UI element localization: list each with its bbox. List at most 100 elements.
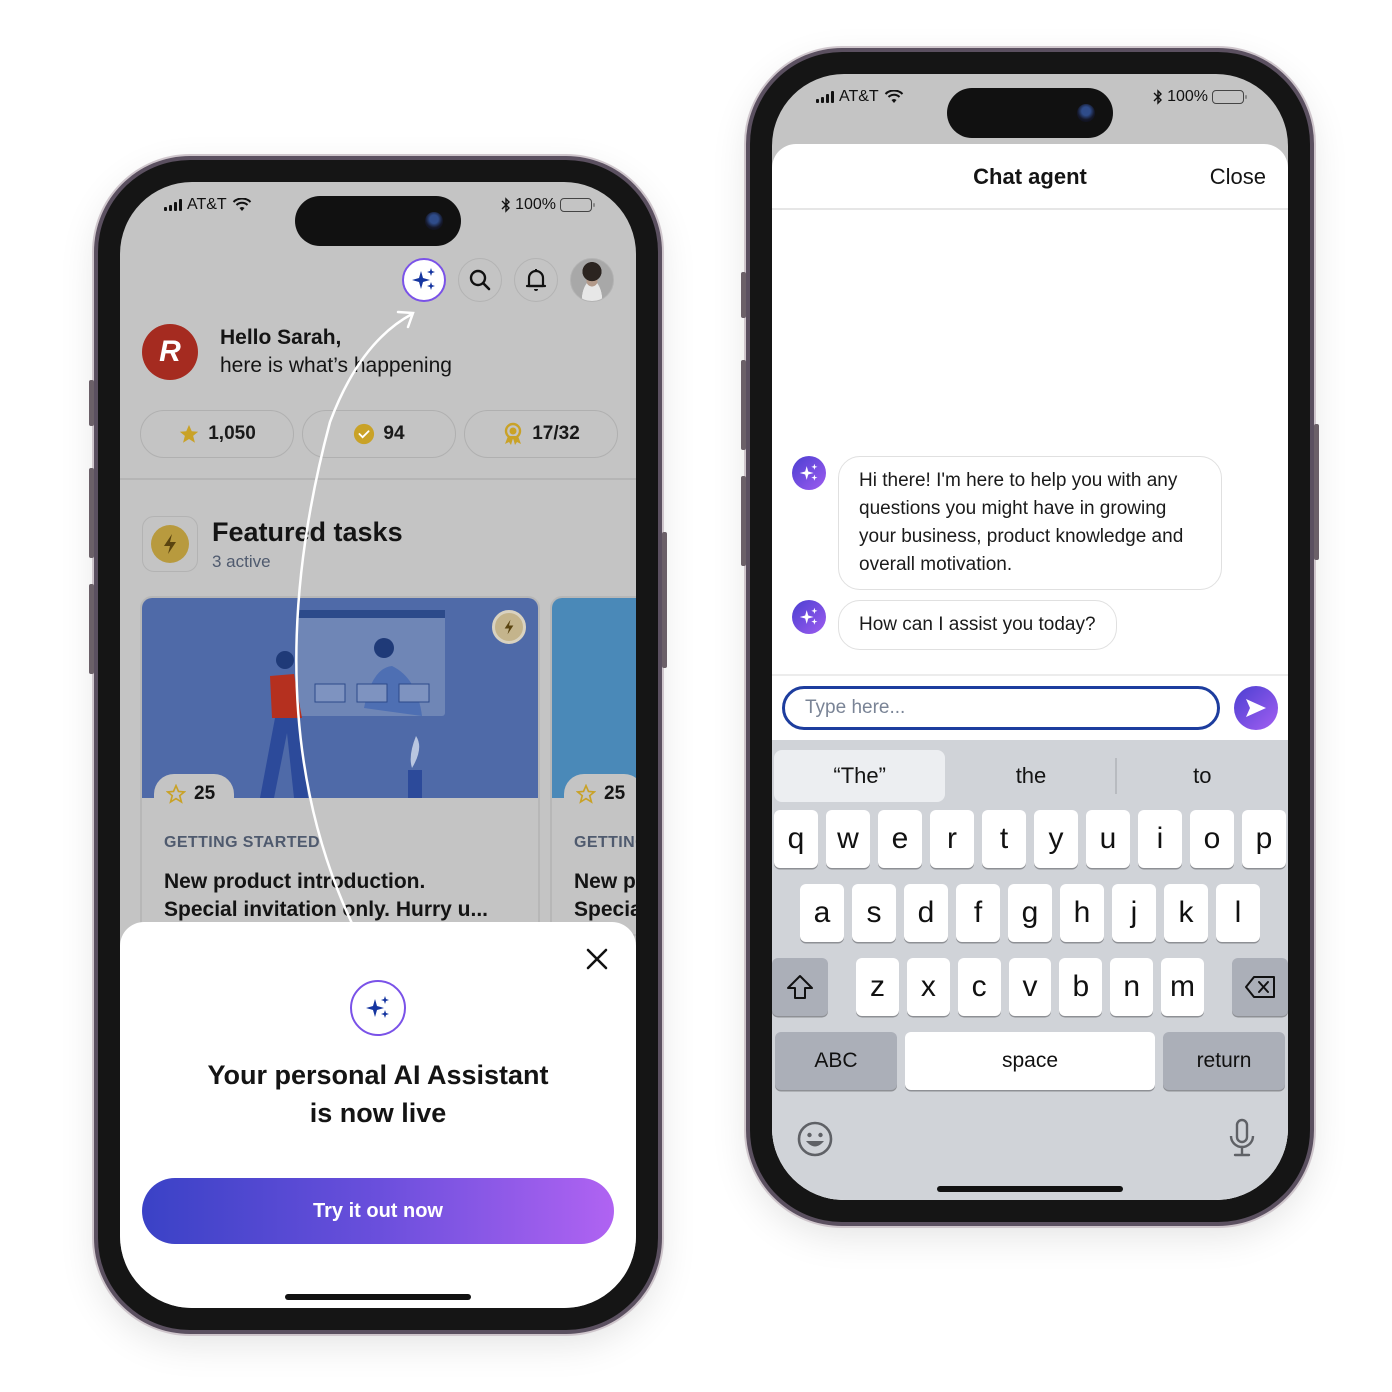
delete-key[interactable]: [1231, 958, 1288, 1016]
check-badge-icon: [354, 423, 375, 445]
wifi-icon: [884, 90, 903, 103]
suggestion[interactable]: the: [945, 750, 1117, 802]
chat-screen: AT&T 100% Chat agent Close Hi there! I'm…: [772, 74, 1288, 1200]
lightning-icon: [504, 619, 514, 635]
chat-message: Hi there! I'm here to help you with any …: [792, 456, 1222, 590]
close-chat-button[interactable]: Close: [1210, 164, 1266, 190]
task-card[interactable]: 25 GETTING STARTED New product introduct…: [140, 596, 540, 936]
suggestion[interactable]: to: [1117, 750, 1288, 802]
key[interactable]: k: [1164, 884, 1208, 942]
key[interactable]: p: [1242, 810, 1286, 868]
featured-tasks-count: 3 active: [212, 552, 271, 571]
key[interactable]: s: [852, 884, 896, 942]
message-bubble: Hi there! I'm here to help you with any …: [838, 456, 1222, 590]
profile-avatar[interactable]: [570, 258, 614, 302]
key[interactable]: o: [1190, 810, 1234, 868]
chat-panel: Chat agent Close Hi there! I'm here to h…: [772, 144, 1288, 1200]
phone-chat-screen: AT&T 100% Chat agent Close Hi there! I'm…: [741, 52, 1319, 1222]
key[interactable]: t: [982, 810, 1026, 868]
key[interactable]: n: [1110, 958, 1154, 1016]
power-button: [662, 532, 667, 668]
power-button: [1314, 424, 1319, 560]
search-icon: [469, 269, 491, 291]
task-illustration: [142, 598, 538, 798]
space-key[interactable]: space: [905, 1032, 1155, 1090]
keyboard-row-3: z x c v b n m: [772, 958, 1288, 1016]
task-title: New product introduction. Special invita…: [164, 870, 489, 921]
featured-tasks-title: Featured tasks: [212, 517, 403, 547]
battery-icon: [1212, 90, 1247, 104]
home-screen: AT&T 100% R Hello Sarah, here is what’s …: [120, 182, 636, 1308]
greeting-subtitle: here is what’s happening: [220, 354, 452, 377]
message-composer: [772, 674, 1288, 740]
key[interactable]: l: [1216, 884, 1260, 942]
emoji-button[interactable]: [796, 1120, 834, 1163]
featured-icon-box: [142, 516, 198, 572]
key[interactable]: j: [1112, 884, 1156, 942]
return-key[interactable]: return: [1163, 1032, 1285, 1090]
sparkles-icon: [799, 607, 818, 625]
brand-logo: R: [142, 324, 198, 380]
predictive-suggestions: “The” the to: [772, 750, 1288, 802]
task-illustration: [552, 598, 636, 798]
ai-assistant-button[interactable]: [402, 258, 446, 302]
key[interactable]: d: [904, 884, 948, 942]
carrier-label: AT&T: [839, 88, 879, 105]
lightning-badge: [492, 610, 526, 644]
top-action-bar: [402, 258, 614, 302]
key[interactable]: h: [1060, 884, 1104, 942]
key[interactable]: q: [774, 810, 818, 868]
key[interactable]: x: [906, 958, 950, 1016]
key[interactable]: z: [856, 958, 899, 1016]
send-button[interactable]: [1234, 686, 1278, 730]
key[interactable]: b: [1059, 958, 1103, 1016]
key[interactable]: c: [957, 958, 1001, 1016]
section-divider: [120, 478, 636, 480]
carrier-label: AT&T: [187, 196, 227, 213]
task-card[interactable]: 25 GETTING STARTED New product introduct…: [550, 596, 636, 936]
points-stat[interactable]: 1,050: [140, 410, 294, 458]
suggestion[interactable]: “The”: [774, 750, 946, 802]
lightning-icon: [164, 534, 176, 554]
key[interactable]: v: [1008, 958, 1052, 1016]
key[interactable]: f: [956, 884, 1000, 942]
key[interactable]: m: [1161, 958, 1204, 1016]
key[interactable]: g: [1008, 884, 1052, 942]
key[interactable]: w: [826, 810, 870, 868]
dictation-button[interactable]: [1228, 1118, 1256, 1163]
task-category: GETTING STARTED: [164, 834, 320, 851]
key[interactable]: a: [800, 884, 844, 942]
badges-stat[interactable]: 17/32: [464, 410, 618, 458]
keyboard-row-2: a s d f g h j k l: [772, 884, 1288, 942]
action-button: [741, 272, 746, 318]
chat-message: How can I assist you today?: [792, 600, 1117, 650]
close-icon: [586, 948, 608, 970]
search-button[interactable]: [458, 258, 502, 302]
shift-icon: [787, 975, 814, 999]
key[interactable]: y: [1034, 810, 1078, 868]
try-it-now-button[interactable]: Try it out now: [142, 1178, 614, 1244]
star-outline-icon: [576, 784, 596, 804]
volume-down-button: [89, 584, 94, 674]
key[interactable]: u: [1086, 810, 1130, 868]
completed-stat[interactable]: 94: [302, 410, 456, 458]
home-indicator: [285, 1294, 471, 1300]
message-bubble: How can I assist you today?: [838, 600, 1117, 650]
key[interactable]: r: [930, 810, 974, 868]
featured-tasks-header: Featured tasks 3 active: [142, 516, 403, 572]
task-points: 25: [564, 774, 636, 814]
key[interactable]: i: [1138, 810, 1182, 868]
ai-announcement-sheet: Your personal AI Assistant is now live T…: [120, 922, 636, 1308]
bell-icon: [525, 269, 547, 291]
close-sheet-button[interactable]: [582, 944, 612, 974]
star-icon: [180, 424, 199, 443]
volume-down-button: [741, 476, 746, 566]
message-input[interactable]: [782, 686, 1220, 730]
notifications-button[interactable]: [514, 258, 558, 302]
greeting-title: Hello Sarah,: [220, 326, 342, 349]
bluetooth-icon: [501, 197, 511, 213]
shift-key[interactable]: [772, 958, 829, 1016]
home-indicator: [937, 1186, 1123, 1192]
abc-key[interactable]: ABC: [775, 1032, 897, 1090]
key[interactable]: e: [878, 810, 922, 868]
